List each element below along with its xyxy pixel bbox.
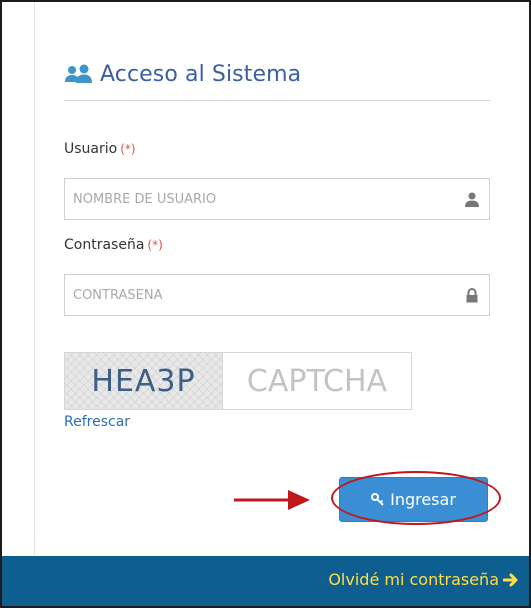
lock-icon [466, 288, 478, 303]
footer-bar: Olvidé mi contraseña [2, 556, 529, 606]
username-field[interactable] [64, 178, 490, 220]
captcha-field[interactable] [222, 352, 412, 410]
panel-divider [34, 2, 35, 558]
login-heading: Acceso al Sistema [64, 62, 301, 87]
page-title: Acceso al Sistema [100, 62, 302, 87]
username-required-mark: (*) [120, 142, 136, 156]
captcha-code: HEA3P [91, 363, 196, 399]
username-input[interactable] [65, 179, 489, 219]
refresh-captcha-link[interactable]: Refrescar [64, 414, 130, 430]
password-input[interactable] [65, 275, 489, 315]
annotation-arrow-icon [234, 490, 310, 510]
username-label: Usuario (*) [64, 141, 136, 157]
password-label: Contraseña (*) [64, 237, 163, 253]
captcha-input[interactable] [223, 353, 411, 409]
password-field[interactable] [64, 274, 490, 316]
submit-button[interactable]: Ingresar [339, 477, 488, 522]
users-icon [65, 64, 92, 83]
login-panel: Acceso al Sistema Usuario(*) Contraseña(… [0, 0, 531, 608]
forgot-password-link[interactable]: Olvidé mi contraseña [328, 570, 519, 589]
captcha-image: HEA3P [64, 352, 223, 410]
user-icon [465, 192, 479, 207]
heading-divider [64, 100, 490, 101]
password-label-text: Contraseña [64, 237, 145, 253]
submit-label: Ingresar [390, 490, 456, 509]
key-icon [371, 493, 384, 506]
arrow-right-icon [503, 573, 518, 586]
forgot-password-label: Olvidé mi contraseña [328, 570, 499, 589]
username-label-text: Usuario [64, 141, 118, 157]
password-required-mark: (*) [147, 238, 163, 252]
